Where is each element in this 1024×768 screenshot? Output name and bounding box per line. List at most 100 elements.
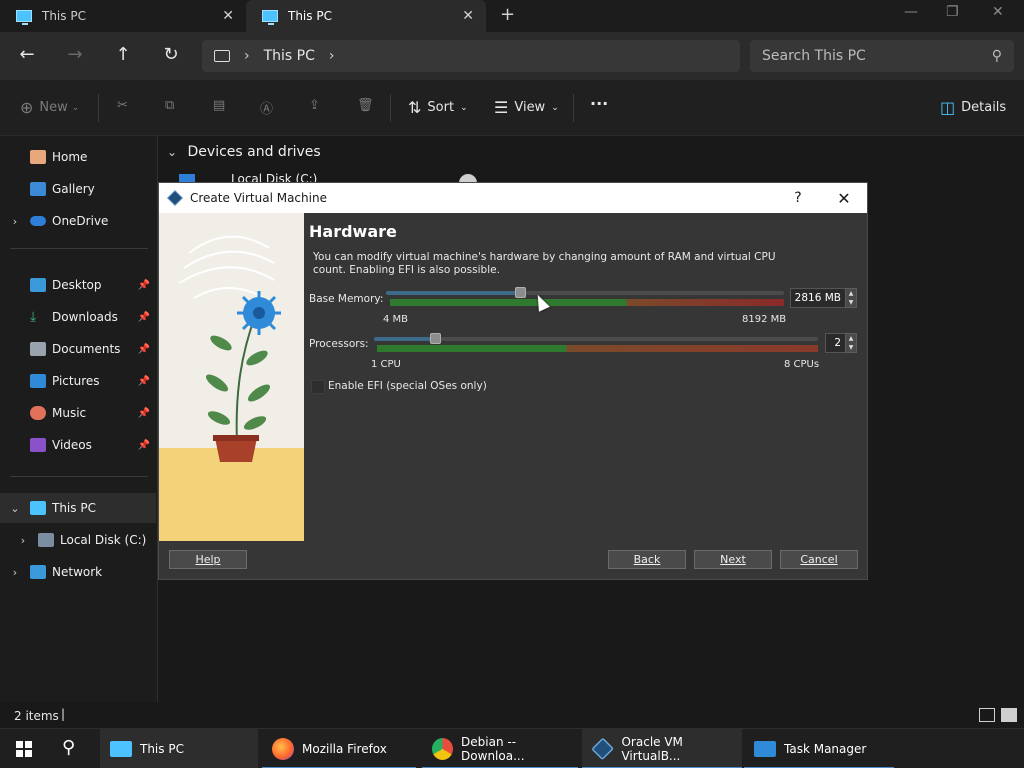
taskbar-item-virtualbox[interactable]: Oracle VM VirtualB... — [582, 729, 742, 768]
help-icon[interactable]: ? — [775, 190, 821, 206]
pin-icon[interactable]: 📌 — [138, 408, 150, 419]
processors-stepper[interactable]: ▲ ▼ — [845, 333, 857, 353]
new-tab-button[interactable]: + — [500, 4, 515, 25]
pin-icon[interactable]: 📌 — [138, 280, 150, 291]
page-title: Hardware — [309, 222, 397, 241]
drive-icon — [38, 533, 54, 547]
pictures-icon — [30, 374, 46, 388]
share-icon[interactable]: ⇪ — [309, 98, 320, 113]
processors-label: Processors: — [309, 338, 369, 350]
refresh-icon[interactable]: ↻ — [159, 44, 183, 65]
sidebar-item-documents[interactable]: Documents 📌 — [0, 334, 156, 364]
breadcrumb-this-pc[interactable]: This PC — [264, 48, 315, 64]
help-button[interactable]: Help — [169, 550, 247, 569]
taskbar-item-this-pc[interactable]: This PC — [100, 729, 258, 768]
close-icon[interactable]: ✕ — [821, 189, 867, 208]
cancel-button[interactable]: Cancel — [780, 550, 858, 569]
start-windows-icon[interactable] — [16, 741, 32, 757]
efi-checkbox[interactable] — [311, 380, 325, 394]
new-button[interactable]: ⊕ New ⌄ — [20, 98, 79, 117]
taskbar-item-chrome[interactable]: Debian -- Downloa... — [422, 729, 578, 768]
close-tab-icon[interactable]: ✕ — [222, 8, 234, 24]
address-bar[interactable]: › This PC › — [202, 40, 740, 72]
search-icon[interactable]: ⚲ — [62, 737, 75, 758]
tiles-view-icon[interactable] — [1001, 708, 1017, 722]
memory-slider-handle[interactable] — [515, 287, 526, 298]
details-button[interactable]: ◫ Details — [940, 98, 1006, 117]
up-arrow-icon[interactable]: ↑ — [111, 44, 135, 65]
sidebar-item-local-disk[interactable]: › Local Disk (C:) — [0, 525, 156, 555]
forward-arrow-icon[interactable]: → — [63, 44, 87, 65]
pin-icon[interactable]: 📌 — [138, 440, 150, 451]
sidebar-item-gallery[interactable]: Gallery — [0, 174, 156, 204]
details-pane-icon: ◫ — [940, 98, 956, 117]
cut-icon[interactable]: ✂ — [117, 98, 128, 113]
sidebar-item-onedrive[interactable]: › OneDrive — [0, 206, 156, 236]
sidebar-item-desktop[interactable]: Desktop 📌 — [0, 270, 156, 300]
taskbar-item-task-manager[interactable]: Task Manager — [744, 729, 894, 768]
group-header[interactable]: ⌄ Devices and drives — [167, 144, 321, 160]
chevron-right-icon[interactable]: › — [8, 534, 38, 547]
search-box[interactable]: Search This PC ⚲ — [750, 40, 1014, 72]
dialog-title-bar[interactable]: Create Virtual Machine ? ✕ — [159, 183, 867, 213]
delete-icon[interactable]: 🗑 — [357, 98, 374, 113]
computer-icon — [110, 741, 132, 757]
memory-stepper[interactable]: ▲ ▼ — [845, 288, 857, 308]
close-window-icon[interactable]: ✕ — [992, 4, 1004, 20]
videos-icon — [30, 438, 46, 452]
view-button[interactable]: ☰ View ⌄ — [494, 98, 559, 117]
taskbar: ⚲ This PC Mozilla Firefox Debian -- Down… — [0, 728, 1024, 768]
maximize-icon[interactable]: ❐ — [946, 4, 959, 20]
back-arrow-icon[interactable]: ← — [15, 44, 39, 65]
sidebar-item-network[interactable]: › Network — [0, 557, 156, 587]
minimize-icon[interactable]: — — [904, 4, 918, 20]
divider — [10, 248, 148, 249]
page-description: You can modify virtual machine's hardwar… — [313, 251, 776, 276]
create-vm-dialog: Create Virtual Machine ? ✕ Hardware You … — [158, 182, 868, 580]
virtualbox-icon — [167, 190, 183, 206]
next-button[interactable]: Next — [694, 550, 772, 569]
processors-spinbox[interactable]: 2 — [825, 333, 846, 353]
sidebar-item-videos[interactable]: Videos 📌 — [0, 430, 156, 460]
pin-icon[interactable]: 📌 — [138, 376, 150, 387]
chevron-down-icon[interactable]: ⌄ — [0, 502, 30, 515]
monitor-icon — [214, 50, 230, 62]
chevron-right-icon[interactable]: › — [0, 215, 30, 228]
back-button[interactable]: Back — [608, 550, 686, 569]
pin-icon[interactable]: 📌 — [138, 344, 150, 355]
processors-slider-handle[interactable] — [430, 333, 441, 344]
chevron-right-icon[interactable]: › — [0, 566, 30, 579]
sidebar-item-pictures[interactable]: Pictures 📌 — [0, 366, 156, 396]
close-tab-icon[interactable]: ✕ — [462, 8, 474, 24]
more-options-icon[interactable]: ··· — [590, 94, 608, 113]
taskbar-item-firefox[interactable]: Mozilla Firefox — [262, 729, 416, 768]
sidebar-item-music[interactable]: Music 📌 — [0, 398, 156, 428]
chevron-down-icon: ⌄ — [460, 102, 468, 113]
drive-icon — [179, 174, 195, 182]
cloud-icon — [30, 216, 46, 226]
memory-spinbox[interactable]: 2816 MB — [790, 288, 846, 308]
search-input[interactable]: Search This PC — [762, 48, 992, 64]
paste-icon[interactable]: ▤ — [213, 98, 225, 113]
navigation-pane: Home Gallery › OneDrive Desktop 📌 ⤓ Down… — [0, 136, 158, 702]
chevron-right-icon[interactable]: › — [244, 48, 250, 64]
status-divider: | — [61, 707, 66, 721]
sort-icon: ⇅ — [408, 98, 422, 117]
memory-label: Base Memory: — [309, 293, 384, 305]
sort-button[interactable]: ⇅ Sort ⌄ — [408, 98, 468, 117]
sidebar-item-downloads[interactable]: ⤓ Downloads 📌 — [0, 302, 156, 332]
rename-icon[interactable]: Ⓐ — [260, 98, 273, 117]
tab-this-pc-2[interactable]: This PC ✕ — [246, 0, 486, 32]
sidebar-item-home[interactable]: Home — [0, 142, 156, 172]
pin-icon[interactable]: 📌 — [138, 312, 150, 323]
details-view-icon[interactable] — [979, 708, 995, 722]
memory-max-label: 8192 MB — [742, 314, 787, 325]
efi-label[interactable]: Enable EFI (special OSes only) — [328, 380, 487, 392]
copy-icon[interactable]: ⧉ — [165, 98, 174, 113]
tab-label: This PC — [288, 9, 332, 23]
chevron-right-icon[interactable]: › — [329, 48, 335, 64]
plant-illustration — [159, 235, 304, 541]
divider — [573, 94, 574, 122]
sidebar-item-this-pc[interactable]: ⌄ This PC — [0, 493, 156, 523]
tab-this-pc-1[interactable]: This PC ✕ — [0, 0, 246, 32]
